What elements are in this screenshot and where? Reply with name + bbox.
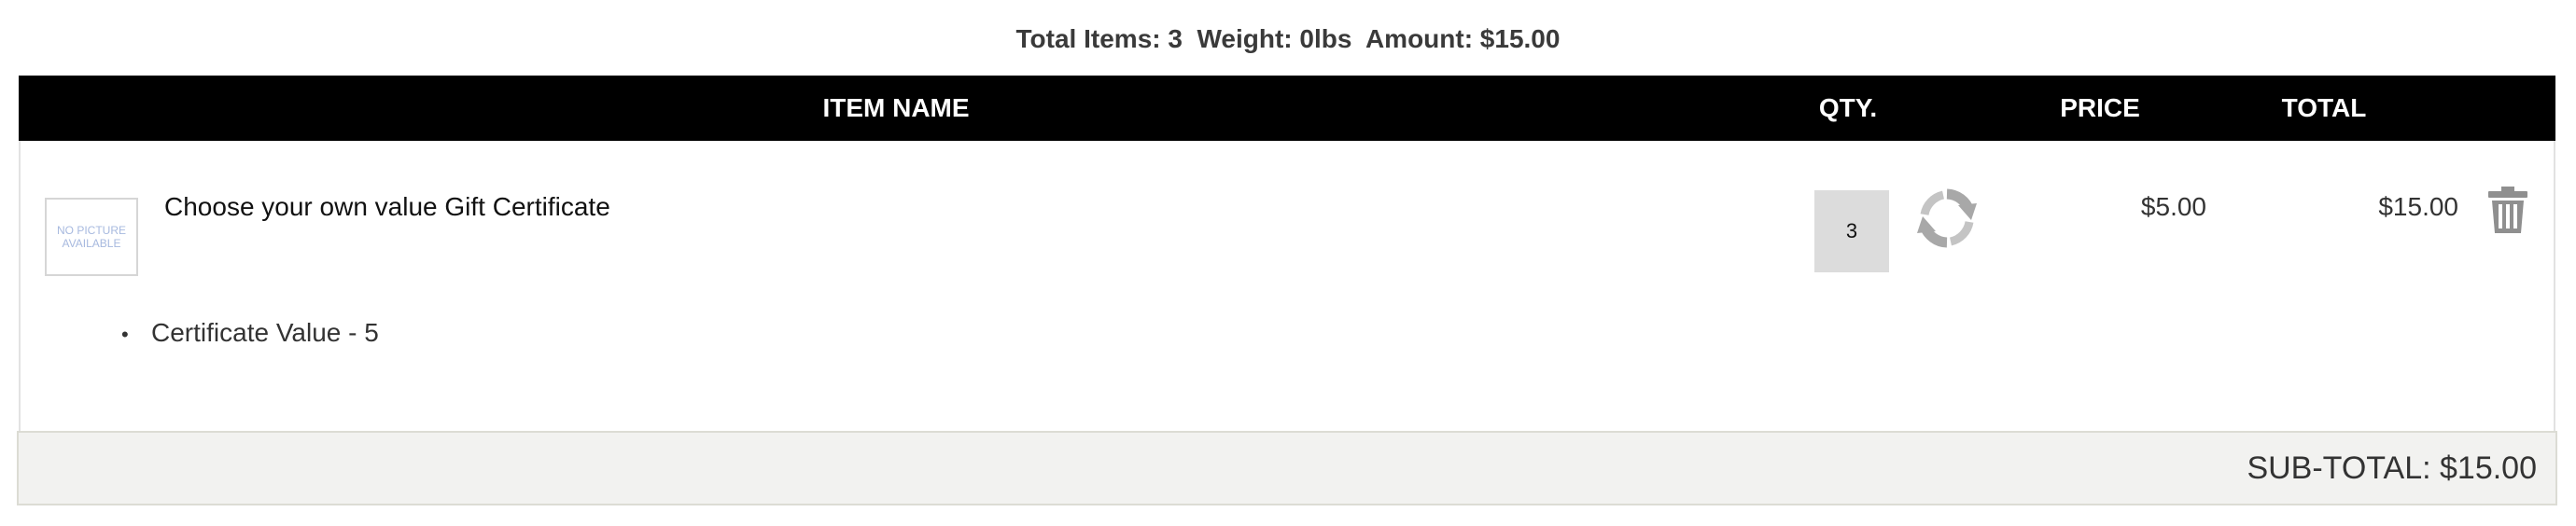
column-header-item-name: ITEM NAME <box>822 93 970 122</box>
product-thumbnail[interactable]: NO PICTURE AVAILABLE <box>45 198 138 276</box>
refresh-icon <box>1917 188 1977 248</box>
trash-icon <box>2488 187 2527 233</box>
line-total: $15.00 <box>2378 192 2458 221</box>
subtotal-bar: SUB-TOTAL: $15.00 <box>17 431 2557 505</box>
cart-summary: Total Items: 3 Weight: 0lbs Amount: $15.… <box>1015 24 1561 53</box>
quantity-input[interactable] <box>1814 190 1889 272</box>
product-options-list: • Certificate Value - 5 <box>121 316 379 352</box>
column-header-qty: QTY. <box>1818 93 1878 122</box>
subtotal-amount: SUB-TOTAL: $15.00 <box>2247 450 2537 486</box>
bullet-icon: • <box>121 322 129 346</box>
column-header-price: PRICE <box>2060 93 2140 122</box>
unit-price: $5.00 <box>2140 192 2206 221</box>
product-name-link[interactable]: Choose your own value Gift Certificate <box>164 190 610 224</box>
remove-item-button[interactable] <box>2488 187 2527 233</box>
update-quantity-button[interactable] <box>1915 187 1979 250</box>
product-option: Certificate Value - 5 <box>151 318 379 347</box>
column-header-total: TOTAL <box>2281 93 2367 122</box>
cart-table-header: ITEM NAME QTY. PRICE TOTAL <box>19 76 2555 141</box>
